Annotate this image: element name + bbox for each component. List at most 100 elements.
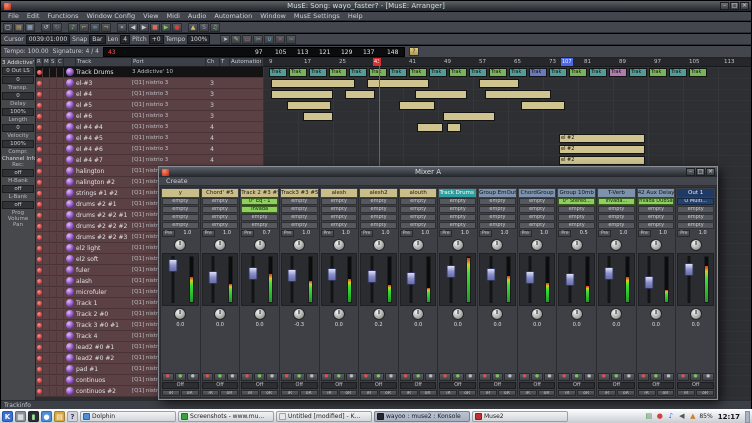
mute-button[interactable] (43, 90, 50, 99)
solo-button[interactable]: ● (544, 373, 556, 381)
output-routes-button[interactable]: oR (339, 390, 357, 396)
pre-button[interactable]: Pre (519, 230, 532, 237)
input-routes-button[interactable]: iR (360, 390, 378, 396)
solo-button[interactable] (50, 134, 57, 143)
input-routes-button[interactable]: iR (558, 390, 576, 396)
mute-button[interactable]: ● (293, 373, 305, 381)
class-button[interactable] (57, 343, 64, 352)
automation-mode-combo[interactable]: Off (439, 382, 476, 389)
class-button[interactable] (57, 354, 64, 363)
record-arm-button[interactable] (36, 79, 43, 88)
window-minimize-button[interactable]: – (720, 2, 729, 10)
input-routes-button[interactable]: iR (519, 390, 537, 396)
trackinfo-compr-value[interactable]: 100% (2, 140, 34, 148)
effect-slot[interactable]: empty (439, 206, 476, 213)
record-arm-button[interactable] (36, 167, 43, 176)
automation-mode-combo[interactable]: Off (162, 382, 199, 389)
solo-button[interactable] (50, 288, 57, 297)
solo-button[interactable] (50, 343, 57, 352)
output-routes-button[interactable]: oR (458, 390, 476, 396)
menu-audio[interactable]: Audio (184, 12, 210, 21)
track-row[interactable]: el #5[Q1] nistrio 33 (36, 100, 263, 111)
output-routes-button[interactable]: oR (379, 390, 397, 396)
solo-button[interactable] (50, 90, 57, 99)
effect-slot[interactable]: empty (638, 206, 675, 213)
mixer-close-button[interactable]: × (706, 168, 715, 176)
mute-button[interactable] (43, 266, 50, 275)
fader-handle[interactable] (407, 272, 416, 285)
input-routes-button[interactable]: iR (598, 390, 616, 396)
track-port[interactable]: [Q1] nistrio 3 (132, 102, 206, 108)
solo-button[interactable]: ● (227, 373, 239, 381)
menu-help[interactable]: Help (344, 12, 367, 21)
main-window-titlebar[interactable]: MusE: Song: wayo_faster? - [MusE: Arrang… (1, 1, 751, 11)
record-arm-button[interactable] (36, 211, 43, 220)
solo-button[interactable] (50, 376, 57, 385)
record-arm-button[interactable] (36, 134, 43, 143)
mute-button[interactable] (43, 178, 50, 187)
track-port[interactable]: [Q1] nistrio 3 (132, 91, 206, 97)
gain-knob[interactable] (690, 239, 702, 251)
effect-slot[interactable]: empty (479, 206, 516, 213)
track-row[interactable]: el #6[Q1] nistrio 33 (36, 111, 263, 122)
class-button[interactable] (57, 68, 64, 77)
effect-slot[interactable]: empty (479, 214, 516, 221)
automation-mode-combo[interactable]: Off (400, 382, 437, 389)
kmenu-button[interactable]: K (2, 411, 13, 422)
solo-button[interactable] (50, 112, 57, 121)
panel-hide-button[interactable] (745, 411, 750, 423)
pitch-spinbox[interactable]: +0 (149, 35, 164, 44)
arranger-part[interactable] (521, 101, 565, 110)
mute-tool-icon[interactable]: ✕ (275, 35, 285, 44)
effect-slot[interactable]: empty (400, 198, 437, 205)
effect-slot[interactable]: empty (162, 214, 199, 221)
solo-button[interactable] (50, 167, 57, 176)
record-arm-button[interactable] (36, 310, 43, 319)
input-routes-button[interactable]: iR (677, 390, 695, 396)
effect-slot[interactable]: empty (162, 198, 199, 205)
arranger-part[interactable]: Trak (369, 68, 387, 77)
undo-icon[interactable]: ↺ (41, 23, 51, 32)
record-button[interactable]: ● (439, 373, 451, 381)
effect-slot[interactable]: empty (400, 222, 437, 229)
gain-knob[interactable] (650, 239, 662, 251)
effect-slot[interactable]: empty (558, 222, 595, 229)
class-button[interactable] (57, 167, 64, 176)
browser-launcher-icon[interactable]: ● (41, 411, 52, 422)
class-button[interactable] (57, 288, 64, 297)
gain-knob[interactable] (610, 239, 622, 251)
menu-window-config[interactable]: Window Config (83, 12, 140, 21)
track-port[interactable]: 3 Addictive' 10 (132, 69, 206, 75)
taskbar-task-wayoo-muse2-konsole[interactable]: wayoo : muse2 : Konsole (374, 411, 470, 422)
arranger-part[interactable] (367, 79, 429, 88)
solo-button[interactable]: ● (385, 373, 397, 381)
mixer-maximize-button[interactable]: □ (696, 168, 705, 176)
record-button[interactable]: ● (241, 373, 253, 381)
class-button[interactable] (57, 233, 64, 242)
taskbar-task-dolphin[interactable]: Dolphin (80, 411, 176, 422)
solo-button[interactable] (50, 299, 57, 308)
class-button[interactable] (57, 255, 64, 264)
gain-knob[interactable] (373, 239, 385, 251)
effect-slot[interactable]: empty (360, 206, 397, 213)
class-button[interactable] (57, 244, 64, 253)
pencil-tool-icon[interactable]: ✎ (231, 35, 241, 44)
arranger-part[interactable]: Trak (469, 68, 487, 77)
solo-button[interactable] (50, 266, 57, 275)
mute-button[interactable]: ● (214, 373, 226, 381)
solo-button[interactable] (50, 189, 57, 198)
solo-button[interactable] (50, 310, 57, 319)
pan-knob[interactable] (452, 308, 464, 320)
automation-mode-combo[interactable]: Off (241, 382, 278, 389)
class-button[interactable] (57, 332, 64, 341)
pre-button[interactable]: Pre (638, 230, 651, 237)
timeline-ruler[interactable]: 9172533414957657381899710511312143107 (263, 58, 751, 67)
effect-slot[interactable]: empty (400, 206, 437, 213)
arranger-part[interactable] (345, 90, 375, 99)
fader-handle[interactable] (645, 276, 654, 289)
mute-button[interactable] (43, 200, 50, 209)
open-icon[interactable]: ▤ (14, 23, 24, 32)
strip-track-name[interactable]: Track 2 #3 #5 (241, 189, 278, 197)
pan-knob[interactable] (491, 308, 503, 320)
mixer-menu-create[interactable]: Create (162, 177, 192, 186)
